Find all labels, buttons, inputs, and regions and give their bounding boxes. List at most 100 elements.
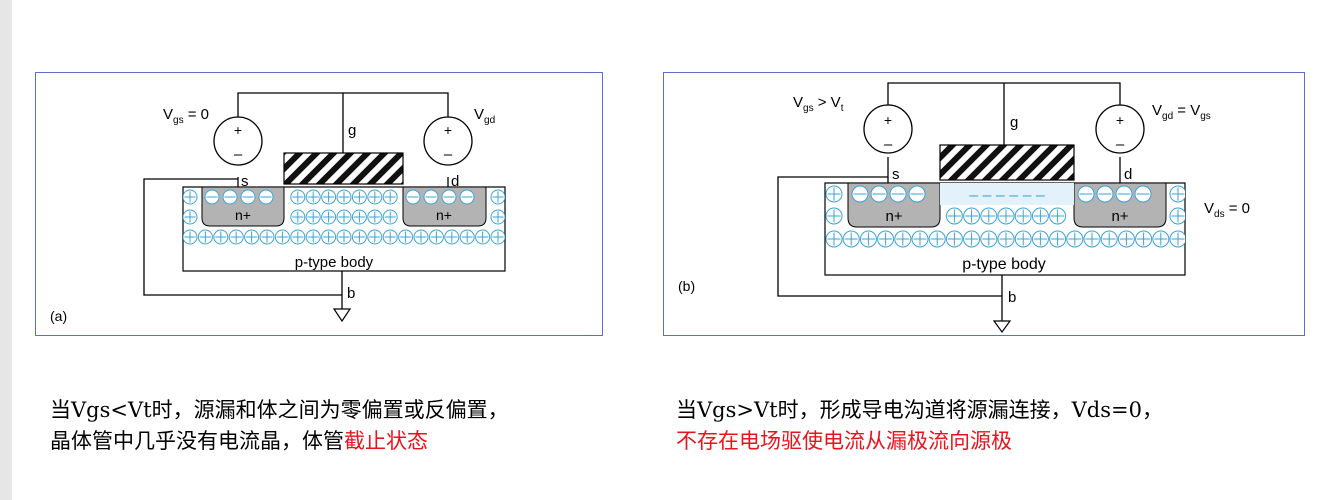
caption-b-line2: 不存在电场驱使电流从漏极流向源极 (676, 426, 1316, 457)
vgs-label-b: Vgs > Vt (793, 94, 844, 114)
caption-b-formula: Vgs>Vt (697, 398, 778, 422)
positive-ion-icon (928, 230, 946, 248)
positive-ion-icon (336, 189, 352, 205)
caption-b-mid: 时，形成导电沟道将源漏连接， (777, 398, 1072, 422)
electron-icon (1115, 185, 1133, 203)
positive-ion-icon (321, 229, 337, 245)
positive-ion-icon (1049, 207, 1067, 225)
positive-ion-icon (825, 207, 843, 225)
gate-hatched-a (283, 152, 404, 185)
positive-ion-icon (183, 209, 198, 225)
electron-icon (222, 189, 238, 205)
svg-text:n+: n+ (1111, 208, 1128, 225)
positive-ion-icon (1014, 207, 1032, 225)
positive-ion-icon (183, 189, 198, 205)
caption-a: 当Vgs<Vt时，源漏和体之间为零偏置或反偏置， 晶体管中几乎没有电流晶，体管截… (50, 395, 650, 457)
vgs-source-icon: + – (213, 116, 263, 166)
electron-icon (870, 185, 888, 203)
positive-ion-icon (1083, 230, 1101, 248)
caption-a-line2-text: 晶体管中几乎没有电流晶，体管 (50, 429, 344, 453)
svg-text:–: – (444, 146, 453, 163)
caption-b: 当Vgs>Vt时，形成导电沟道将源漏连接，Vds=0， 不存在电场驱使电流从漏极… (676, 395, 1316, 457)
positive-ion-icon (945, 230, 963, 248)
positive-ion-icon (894, 230, 912, 248)
positive-ion-icon (1031, 230, 1049, 248)
positive-ion-icon (1169, 230, 1185, 248)
caption-a-formula: Vgs<Vt (71, 398, 152, 422)
gate-label-b: g (1010, 114, 1018, 131)
gate-hatched-b (939, 144, 1075, 181)
positive-ion-icon (1100, 230, 1118, 248)
caption-a-line2: 晶体管中几乎没有电流晶，体管截止状态 (50, 426, 650, 457)
svg-text:–: – (1116, 136, 1125, 153)
vgd-source-icon: + – (423, 116, 473, 166)
electron-icon (889, 185, 907, 203)
positive-ion-icon (305, 229, 321, 245)
positive-ion-icon (382, 209, 398, 225)
caption-a-pre: 当 (50, 398, 71, 422)
electron-icon (1134, 185, 1152, 203)
drain-label-b: d (1124, 166, 1132, 183)
electron-icon (908, 185, 926, 203)
positive-ion-icon (228, 229, 244, 245)
positive-ion-icon (945, 207, 963, 225)
electron-icon (459, 189, 475, 205)
panel-b: + – + – n+ n+ – – – – – – Vgs > Vt Vgd =… (663, 72, 1305, 336)
svg-text:n+: n+ (885, 208, 902, 225)
positive-ion-icon (490, 229, 505, 245)
channel-electrons-b: – – – – – – (969, 187, 1045, 204)
electron-icon (204, 189, 220, 205)
positive-ion-icon (351, 209, 367, 225)
positive-ion-icon (305, 209, 321, 225)
positive-ion-icon (351, 229, 367, 245)
body-terminal-label-b: b (1008, 289, 1016, 306)
positive-ion-icon (963, 207, 981, 225)
positive-ion-icon (490, 209, 505, 225)
electron-icon (258, 189, 274, 205)
positive-ion-icon (336, 209, 352, 225)
caption-a-post: 时，源漏和体之间为零偏置或反偏置， (151, 398, 509, 422)
positive-ion-icon (980, 207, 998, 225)
drain-label-a: d (451, 173, 459, 190)
positive-ion-icon (367, 209, 383, 225)
electron-icon (405, 189, 421, 205)
positive-ion-icon (980, 230, 998, 248)
positive-ion-icon (1152, 230, 1170, 248)
caption-b-formula2: Vds=0 (1071, 398, 1142, 422)
caption-b-pre: 当 (676, 398, 697, 422)
panel-tag-a: (a) (50, 308, 67, 324)
caption-b-highlight: 不存在电场驱使电流从漏极流向源极 (676, 429, 1012, 453)
caption-b-line1: 当Vgs>Vt时，形成导电沟道将源漏连接，Vds=0， (676, 395, 1316, 426)
body-terminal-label-a: b (347, 285, 355, 302)
electron-icon (1077, 185, 1095, 203)
caption-a-line1: 当Vgs<Vt时，源漏和体之间为零偏置或反偏置， (50, 395, 650, 426)
positive-ion-icon (351, 189, 367, 205)
left-edge-bar (0, 0, 12, 500)
vgd-source-icon: + – (1095, 104, 1145, 154)
positive-ion-icon (1014, 230, 1032, 248)
positive-ion-icon (428, 229, 444, 245)
vgd-label-b: Vgd = Vgs (1152, 102, 1211, 122)
vgd-label-a: Vgd (474, 106, 495, 126)
positive-ion-icon (825, 230, 843, 248)
positive-ion-icon (305, 189, 321, 205)
positive-ion-icon (490, 189, 505, 205)
svg-text:–: – (234, 146, 243, 163)
caption-b-post: ， (1141, 398, 1163, 422)
positive-ion-icon (911, 230, 929, 248)
electron-icon (1096, 185, 1114, 203)
panel-a: + – + – n+ n+ Vgs = 0 Vgd g s d p-type b… (35, 72, 603, 336)
positive-ion-icon (1031, 207, 1049, 225)
positive-ion-icon (290, 189, 306, 205)
svg-text:+: + (234, 122, 242, 138)
vds-label-b: Vds = 0 (1204, 200, 1250, 220)
positive-ion-icon (290, 229, 306, 245)
positive-ion-icon (1169, 207, 1185, 225)
svg-text:n+: n+ (235, 207, 251, 223)
positive-ion-icon (290, 209, 306, 225)
positive-ion-icon (213, 229, 229, 245)
positive-ion-icon (1066, 230, 1084, 248)
positive-ion-icon (825, 185, 843, 203)
positive-ion-icon (459, 229, 475, 245)
positive-ion-icon (963, 230, 981, 248)
